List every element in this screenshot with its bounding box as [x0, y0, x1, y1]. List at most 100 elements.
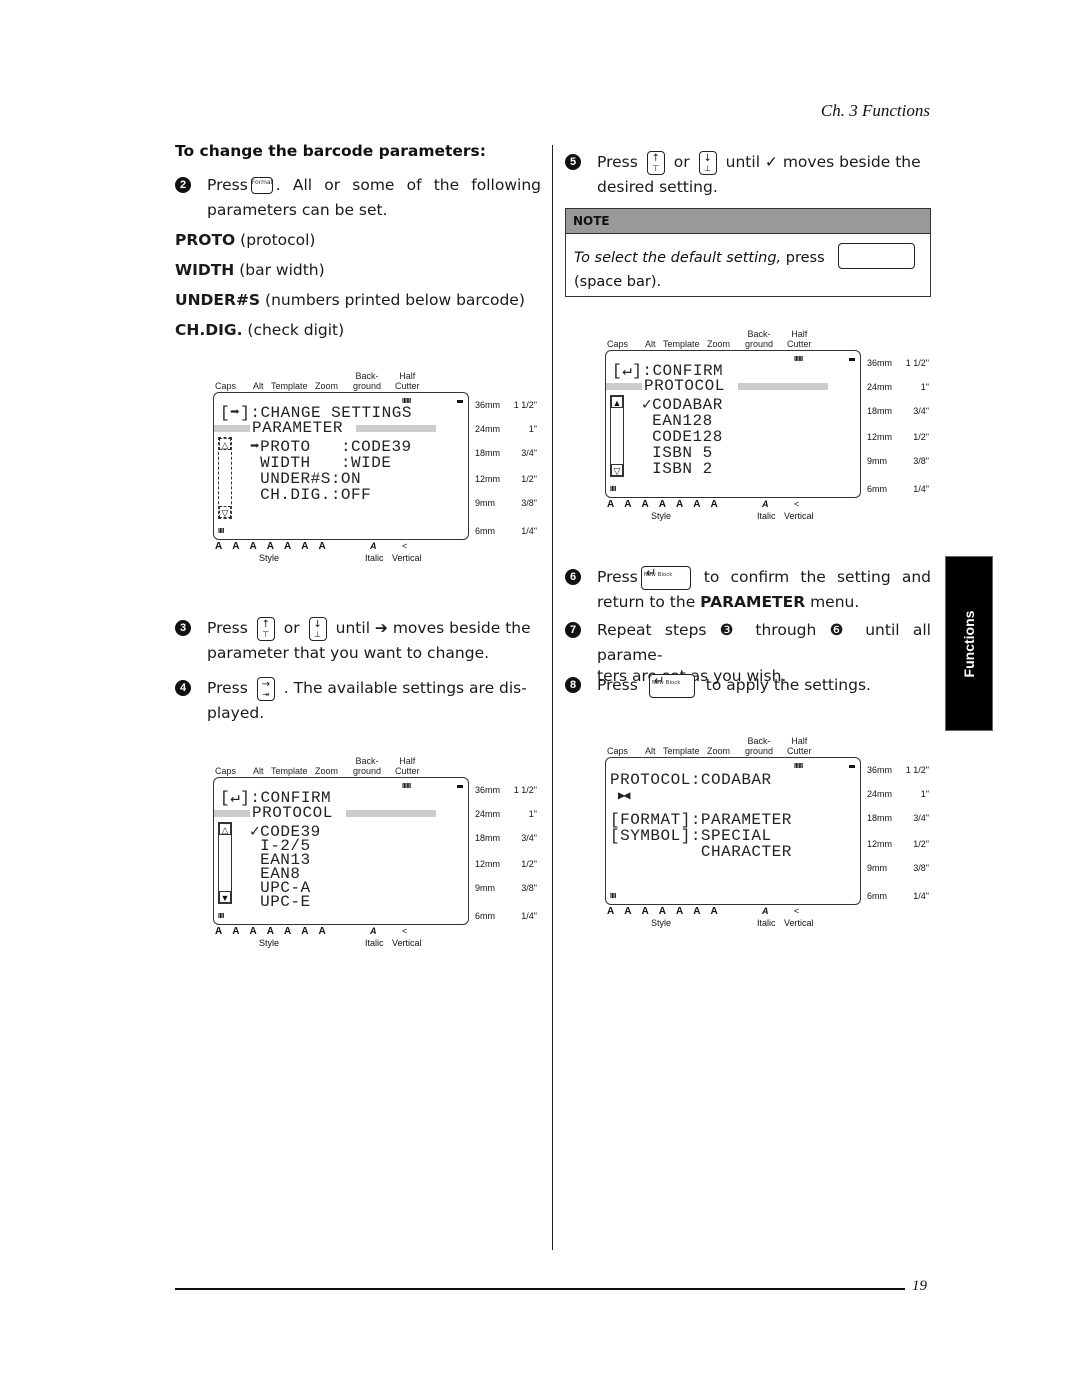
- lcd-line: ISBN 5: [642, 444, 713, 462]
- up-key-icon: ↑ ⊤: [646, 150, 665, 175]
- step-text: Press: [207, 679, 248, 697]
- lcd-display-change-settings: Caps Alt Template Zoom Back-ground Half C…: [213, 365, 543, 570]
- lcd-indicator-labels: Caps Alt Template Zoom Back-ground Half C…: [215, 371, 420, 391]
- grey-bar: [606, 383, 642, 390]
- lcd-line: ➡PROTO :CODE39: [250, 438, 412, 456]
- step-text: until ✓ moves beside the: [725, 153, 921, 171]
- step-text: Repeat steps ❸ through ❻ until all param…: [597, 621, 931, 664]
- step-text: until ➔ moves beside the: [335, 619, 531, 637]
- section-title: To change the barcode parameters:: [175, 142, 486, 160]
- step-text: Press: [597, 568, 638, 586]
- lcd-line: WIDTH :WIDE: [250, 454, 392, 472]
- down-key-icon: ↓ ⊥: [698, 150, 717, 175]
- step-5: 5 Press ↑ ⊤ or ↓ ⊥ until ✓ moves beside th…: [565, 150, 931, 200]
- param-width: WIDTH (bar width): [175, 261, 325, 279]
- note-text: (space bar).: [574, 274, 662, 290]
- lcd-line: CH.DIG.:OFF: [250, 486, 372, 504]
- cursor-marker-icon: ▶◀: [618, 789, 631, 803]
- step-text: or: [673, 153, 690, 171]
- new-block-key-icon: ↵ New Block: [640, 565, 691, 590]
- step-number: 2: [175, 177, 191, 193]
- scroll-down-icon: ▼: [219, 891, 231, 903]
- minus-indicator: [849, 358, 855, 361]
- note-box: NOTE To select the default setting, pres…: [565, 208, 931, 297]
- param-proto: PROTO (protocol): [175, 231, 316, 249]
- step-text: parameter that you want to change.: [207, 644, 490, 662]
- format-key-icon: Format: [250, 177, 273, 194]
- note-title: NOTE: [566, 209, 930, 234]
- step-text: desired setting.: [597, 178, 718, 196]
- step-number: 5: [565, 154, 581, 170]
- step-text: parameters can be set.: [207, 201, 388, 219]
- param-under: UNDER#S (numbers printed below barcode): [175, 291, 525, 309]
- lcd-line: PROTOCOL:CODABAR: [610, 771, 772, 789]
- side-tab-label: Functions: [961, 610, 977, 677]
- lcd-indicator-labels: Caps Alt Template Zoom Back-ground Half C…: [215, 756, 420, 776]
- lcd-screen: IIIIII [↵]:CONFIRM PROTOCOL ▲ ▽ ✓CODABAR…: [605, 350, 861, 498]
- scroll-up-icon: △: [219, 438, 231, 450]
- scroll-down-icon: ▽: [611, 464, 623, 476]
- step-2: 2 Press Format . All or some of the foll…: [175, 173, 541, 223]
- lcd-screen: IIIIII PROTOCOL:CODABAR ▶◀ [FORMAT]:PARA…: [605, 757, 861, 905]
- note-body: To select the default setting, press (sp…: [566, 234, 930, 298]
- grey-bar: [214, 425, 250, 432]
- scroll-up-icon: ▲: [611, 396, 623, 408]
- param-chdig: CH.DIG. (check digit): [175, 321, 345, 339]
- grey-bar: [346, 810, 436, 817]
- step-6: 6 Press ↵ New Block to confirm the settin…: [565, 565, 931, 615]
- space-key-icon: [838, 243, 915, 269]
- lcd-line: [SYMBOL]:SPECIAL: [610, 827, 772, 845]
- lcd-line: UNDER#S:ON: [250, 470, 362, 488]
- lcd-line: UPC-E: [250, 893, 311, 911]
- minus-indicator: [849, 765, 855, 768]
- bars-indicator: IIIIII: [402, 783, 411, 790]
- column-divider: [552, 145, 553, 1250]
- grey-bar: [738, 383, 828, 390]
- lcd-line: PROTOCOL: [644, 377, 725, 395]
- right-tab-key-icon: → ⇥: [256, 676, 275, 701]
- step-number: 3: [175, 620, 191, 636]
- functions-side-tab: Functions: [945, 556, 993, 731]
- new-block-key-icon: ↵ New Block: [648, 673, 695, 698]
- lcd-display-protocol-codabar: Caps Alt Template Zoom Back-ground Half C…: [605, 730, 935, 935]
- chapter-header: Ch. 3 Functions: [820, 101, 930, 120]
- step-number: 4: [175, 680, 191, 696]
- lcd-line: CHARACTER: [610, 843, 792, 861]
- lcd-indicator-labels: Caps Alt Template Zoom Back-ground Half C…: [607, 736, 812, 756]
- footer-rule: [175, 1288, 905, 1290]
- step-text: or: [283, 619, 300, 637]
- lcd-line: PARAMETER: [252, 419, 343, 437]
- scroll-down-icon: ▽: [219, 506, 231, 518]
- bars-indicator: IIII: [218, 913, 224, 920]
- step-number: 7: [565, 622, 581, 638]
- lcd-line: PROTOCOL: [252, 804, 333, 822]
- step-3: 3 Press ↑ ⊤ or ↓ ⊥ until ➔ moves beside th…: [175, 616, 541, 666]
- bars-indicator: IIIIII: [794, 356, 803, 363]
- step-text: Press: [207, 619, 248, 637]
- lcd-indicator-labels: Caps Alt Template Zoom Back-ground Half C…: [607, 329, 812, 349]
- minus-indicator: [457, 785, 463, 788]
- lcd-display-confirm-codabar: Caps Alt Template Zoom Back-ground Half C…: [605, 323, 935, 528]
- step-text: to confirm the setting and: [703, 568, 931, 586]
- down-key-icon: ↓ ⊥: [308, 616, 327, 641]
- lcd-screen: IIIIII [➡]:CHANGE SETTINGS PARAMETER △ ▽…: [213, 392, 469, 540]
- step-text: played.: [207, 704, 265, 722]
- scrollbar: △ ▼: [218, 822, 232, 904]
- grey-bar: [214, 810, 250, 817]
- lcd-line: [FORMAT]:PARAMETER: [610, 811, 792, 829]
- lcd-line: ✓CODABAR: [642, 396, 723, 414]
- bars-indicator: IIII: [218, 528, 224, 535]
- scrollbar: ▲ ▽: [610, 395, 624, 477]
- step-4: 4 Press → ⇥ . The available settings are …: [175, 676, 541, 726]
- step-text: Press: [207, 176, 248, 194]
- lcd-line: EAN128: [642, 412, 713, 430]
- grey-bar: [356, 425, 436, 432]
- tape-size-scale: 36mm 1 1/2" 24mm 1" 18mm 3/4" 12mm 1/2" 9mm 3…: [867, 765, 929, 901]
- bars-indicator: IIII: [610, 486, 616, 493]
- tape-size-scale: 36mm 1 1/2" 24mm 1" 18mm 3/4" 12mm 1/2" 9mm 3…: [475, 400, 537, 536]
- note-text: To select the default setting,: [574, 250, 782, 266]
- bars-indicator: IIIIII: [794, 763, 803, 770]
- up-key-icon: ↑ ⊤: [256, 616, 275, 641]
- step-text: return to the PARAMETER menu.: [597, 593, 860, 611]
- tape-size-scale: 36mm 1 1/2" 24mm 1" 18mm 3/4" 12mm 1/2" 9mm 3…: [867, 358, 929, 494]
